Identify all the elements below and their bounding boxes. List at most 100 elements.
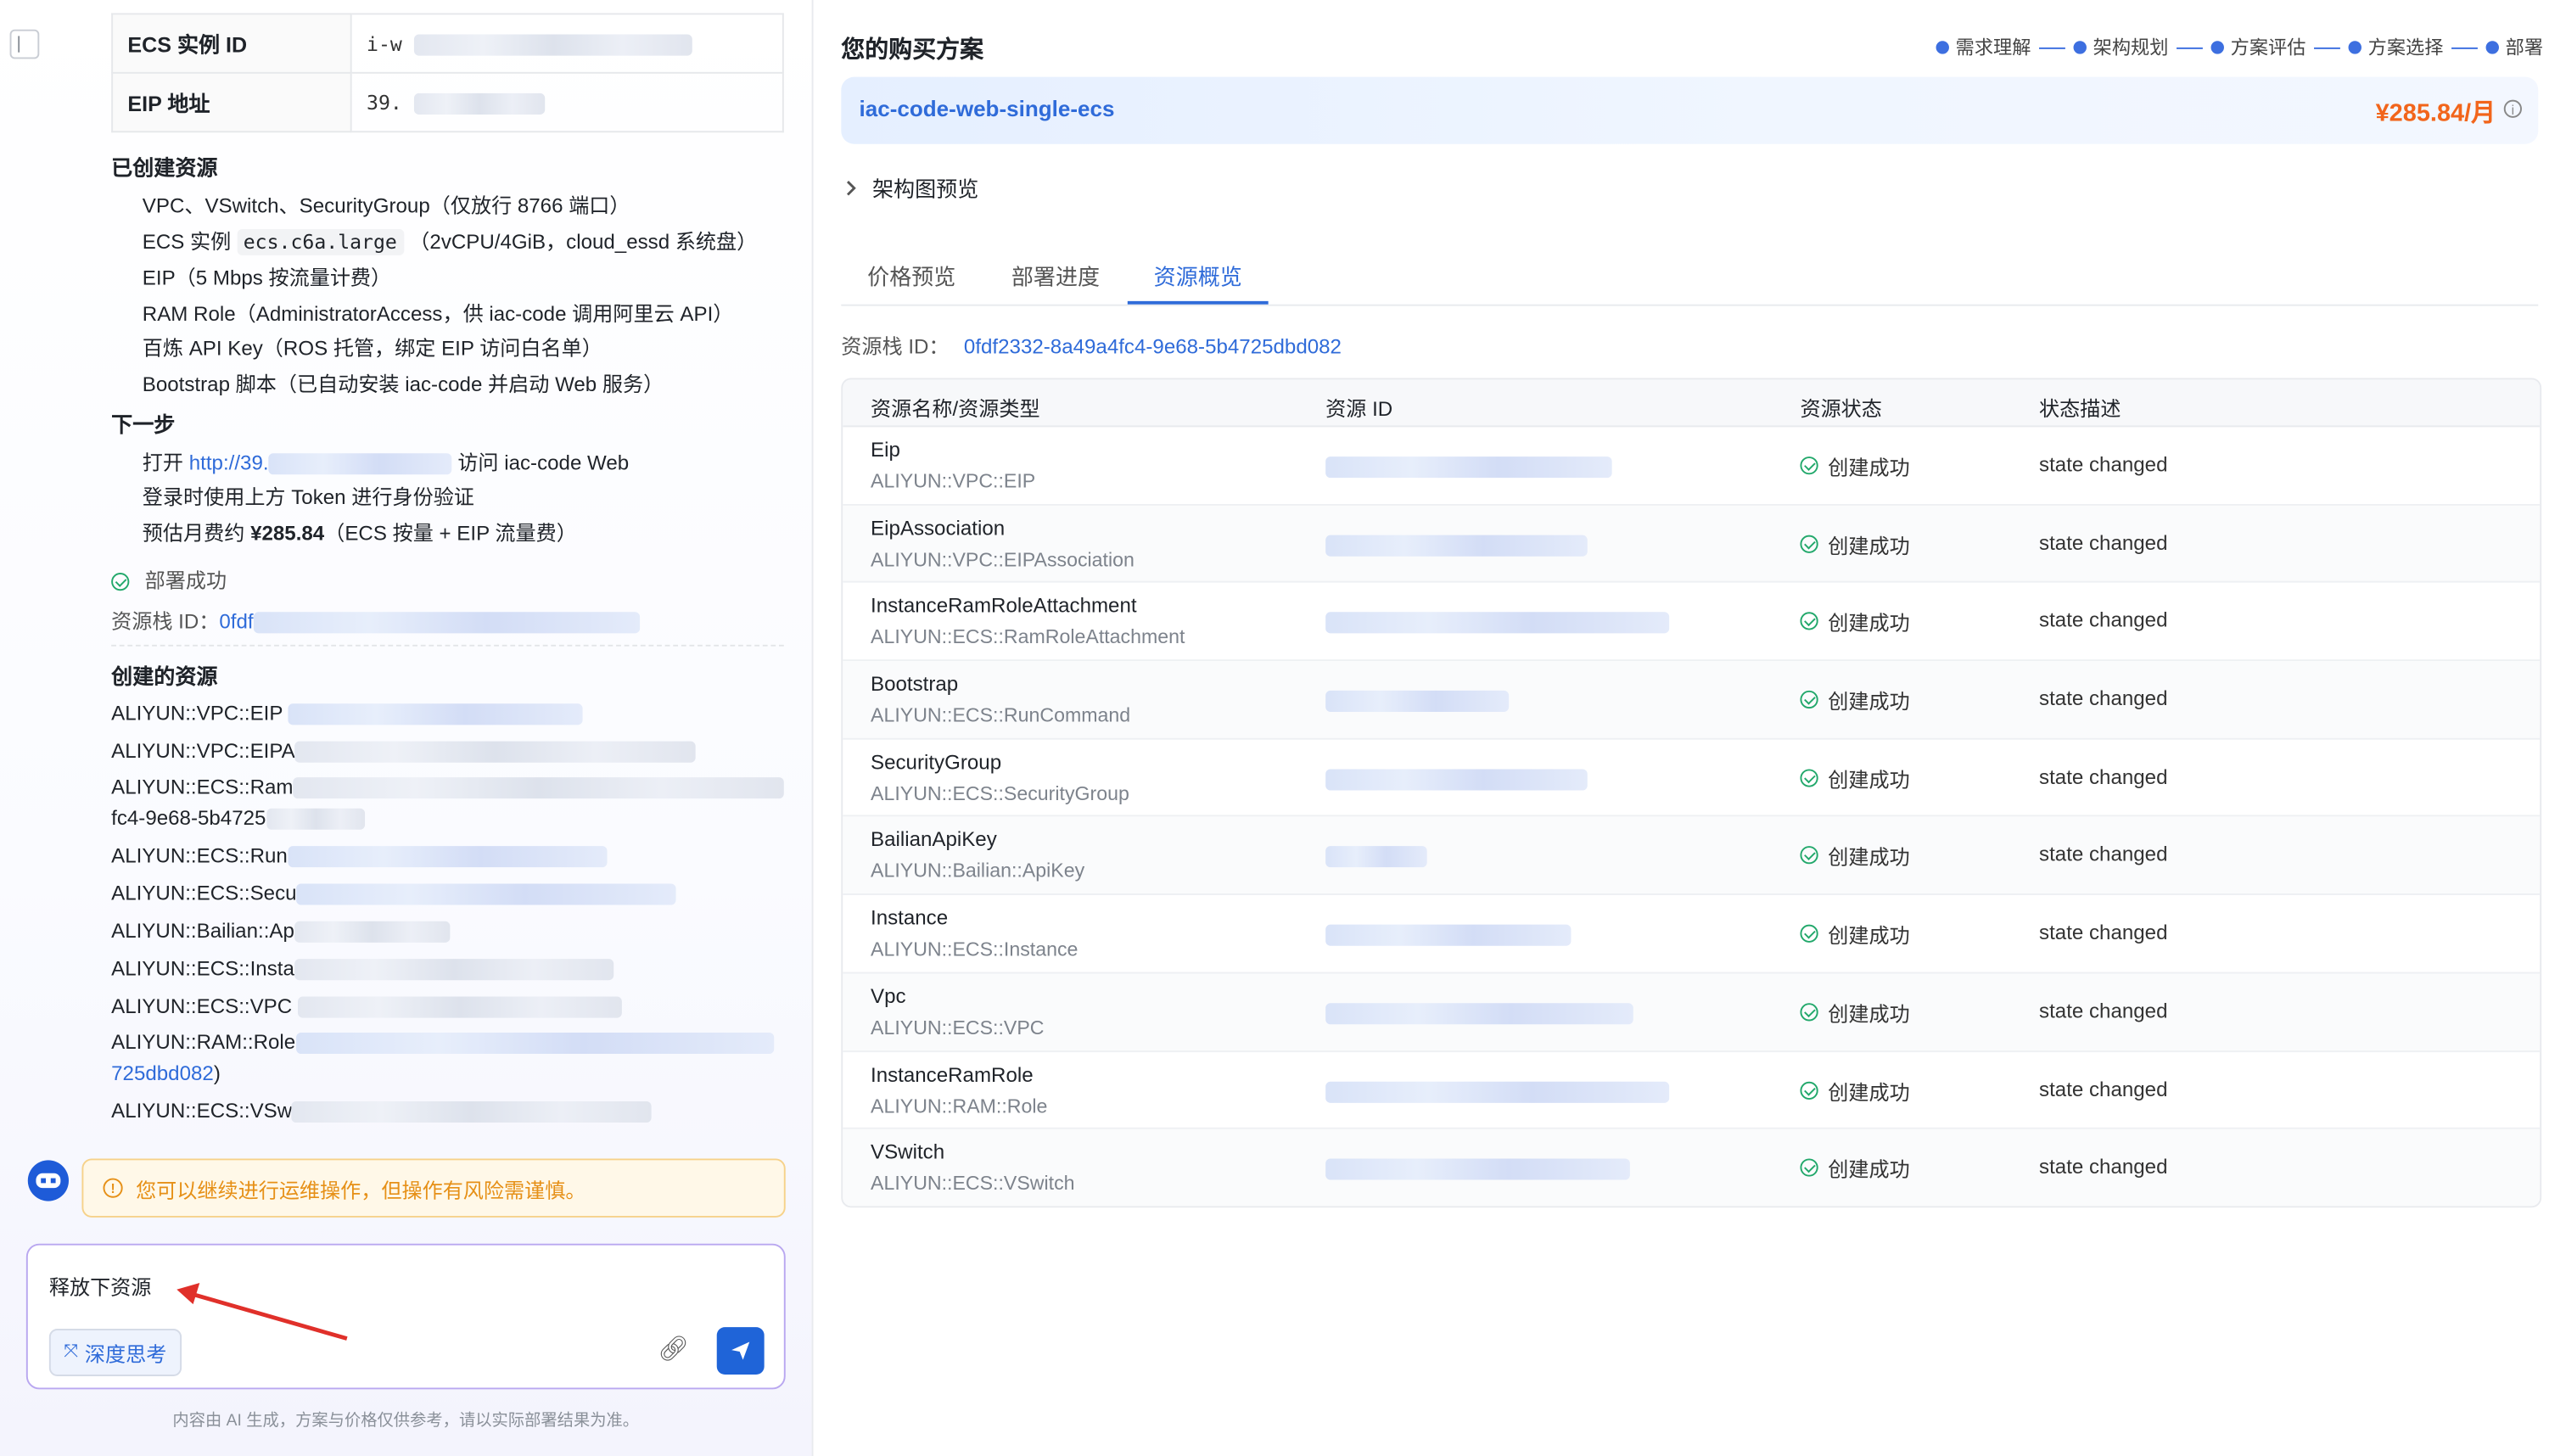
status-text: 创建成功 <box>1828 1002 1910 1026</box>
redacted <box>296 883 676 905</box>
resource-line: ALIYUN::ECS::Insta <box>111 957 613 981</box>
deep-think-button[interactable]: ⤧ 深度思考 <box>48 1329 182 1376</box>
redacted <box>413 92 546 115</box>
list-item: 打开 http://39. 访问 iac-code Web <box>142 451 630 475</box>
list-item: VPC、VSwitch、SecurityGroup（仅放行 8766 端口） <box>142 194 630 218</box>
check-circle-icon <box>1800 1080 1818 1100</box>
column-header: 资源状态 <box>1800 397 1882 421</box>
status-desc: state changed <box>2039 687 2168 711</box>
status-text: 创建成功 <box>1828 1080 1910 1104</box>
redacted <box>288 703 583 725</box>
tab-indicator <box>1127 300 1269 305</box>
list-item: 登录时使用上方 Token 进行身份验证 <box>142 485 474 509</box>
check-circle-icon <box>1800 456 1818 475</box>
attach-icon[interactable]: 🔗︎ <box>658 1336 689 1364</box>
resource-line: fc4-9e68-5b4725 <box>111 807 365 831</box>
resource-name: EipAssociation <box>871 516 1006 540</box>
stack-id-link[interactable]: 0fdf2332-8a49a4fc4-9e68-5b4725dbd082 <box>964 335 1342 358</box>
bot-avatar <box>27 1160 70 1201</box>
resource-name: InstanceRamRole <box>871 1062 1034 1086</box>
kv-key: ECS 实例 ID <box>111 13 352 74</box>
status-text: 创建成功 <box>1828 535 1910 558</box>
status-desc: state changed <box>2039 765 2168 789</box>
step-item: 架构规划 <box>2073 35 2168 61</box>
table-row: EipAssociation ALIYUN::VPC::EIPAssociati… <box>843 505 2541 584</box>
redacted <box>266 809 365 831</box>
resource-line: ALIYUN::ECS::VSw <box>111 1100 653 1123</box>
stack-id-label: 资源栈 ID： <box>841 335 950 359</box>
plan-name: iac-code-web-single-ecs <box>859 96 1115 121</box>
redacted <box>293 777 785 799</box>
progress-steps: 需求理解 架构规划 方案评估 方案选择 部署 <box>1936 35 2543 61</box>
status-text: 创建成功 <box>1828 690 1910 714</box>
resource-name: SecurityGroup <box>871 750 1002 774</box>
status-desc: state changed <box>2039 843 2168 867</box>
redacted <box>292 1101 653 1123</box>
resource-type: ALIYUN::VPC::EIPAssociation <box>871 547 1135 571</box>
resource-status: 创建成功 <box>1800 606 1910 637</box>
status-desc: state changed <box>2039 1155 2168 1179</box>
resource-id-redacted <box>1325 1002 1633 1024</box>
check-circle-icon <box>1800 613 1818 631</box>
warning-banner: ! 您可以继续进行运维操作，但操作有风险需谨慎。 <box>81 1158 786 1218</box>
resource-line: ALIYUN::ECS::Ram <box>111 776 785 799</box>
resource-status: 创建成功 <box>1800 1074 1910 1106</box>
step-item: 部署 <box>2485 35 2543 61</box>
check-circle-icon <box>1800 924 1818 944</box>
table-row: Bootstrap ALIYUN::ECS::RunCommand 创建成功 s… <box>843 661 2541 740</box>
resource-type: ALIYUN::ECS::SecurityGroup <box>871 781 1129 805</box>
column-header: 资源 ID <box>1325 397 1393 421</box>
deep-think-icon: ⤧ <box>64 1341 79 1362</box>
status-desc: state changed <box>2039 531 2168 555</box>
info-icon[interactable]: i <box>2503 99 2522 118</box>
table-row: InstanceRamRoleAttachment ALIYUN::ECS::R… <box>843 583 2541 662</box>
tab-resource-overview[interactable]: 资源概览 <box>1154 259 1242 292</box>
arch-preview-toggle[interactable]: 架构图预览 <box>844 172 978 204</box>
resource-type: ALIYUN::RAM::Role <box>871 1094 1048 1117</box>
resource-id-redacted <box>1325 456 1612 479</box>
resource-line: 725dbd082) <box>111 1061 221 1085</box>
resource-name: Instance <box>871 906 949 930</box>
resource-status: 创建成功 <box>1800 450 1910 481</box>
resource-status: 创建成功 <box>1800 528 1910 559</box>
redacted <box>298 996 623 1018</box>
send-button[interactable] <box>716 1327 765 1375</box>
deep-think-label: 深度思考 <box>84 1343 167 1367</box>
resource-id-redacted <box>1325 690 1510 713</box>
tab-deploy-progress[interactable]: 部署进度 <box>1011 259 1100 292</box>
resource-id-redacted <box>1325 613 1670 635</box>
resource-table: 资源名称/资源类型 资源 ID 资源状态 状态描述 Eip ALIYUN::VP… <box>841 378 2542 1208</box>
column-header: 状态描述 <box>2039 397 2121 421</box>
resource-line: ALIYUN::ECS::Run <box>111 844 607 868</box>
send-icon <box>731 1341 750 1360</box>
status-text: 创建成功 <box>1828 846 1910 870</box>
status-text: 创建成功 <box>1828 456 1910 480</box>
stack-id-link[interactable]: 0fdf <box>219 610 253 633</box>
check-circle-icon <box>111 573 130 591</box>
chat-input-box[interactable]: 释放下资源 ⤧ 深度思考 🔗︎ <box>25 1243 786 1390</box>
check-circle-icon <box>1800 1158 1818 1178</box>
table-row: EIP 地址 39. <box>111 71 784 133</box>
resource-name: BailianApiKey <box>871 828 997 852</box>
redacted <box>294 742 697 764</box>
table-row: BailianApiKey ALIYUN::Bailian::ApiKey 创建… <box>843 817 2541 896</box>
chat-panel: ECS 实例 ID i-w EIP 地址 39. 已创建资源 VPC、VSwit… <box>0 0 814 1456</box>
web-link[interactable]: http://39. <box>189 451 269 474</box>
resources-heading: 创建的资源 <box>111 664 218 689</box>
status-text: 创建成功 <box>1828 924 1910 948</box>
table-row: InstanceRamRole ALIYUN::RAM::Role 创建成功 s… <box>843 1051 2541 1130</box>
sidebar-toggle-icon[interactable] <box>9 29 40 59</box>
resource-type: ALIYUN::ECS::Instance <box>871 938 1079 961</box>
table-row: Instance ALIYUN::ECS::Instance 创建成功 stat… <box>843 895 2541 974</box>
check-circle-icon <box>1800 690 1818 709</box>
plan-title: 您的购买方案 <box>841 37 984 64</box>
chevron-right-icon <box>846 180 856 195</box>
status-desc: state changed <box>2039 921 2168 945</box>
resource-id-link[interactable]: 725dbd082 <box>111 1062 214 1085</box>
resource-line: ALIYUN::VPC::EIP <box>111 702 583 725</box>
chat-input[interactable]: 释放下资源 <box>49 1270 152 1302</box>
instance-info-table: ECS 实例 ID i-w EIP 地址 39. <box>111 13 784 133</box>
warning-icon: ! <box>103 1178 123 1198</box>
redacted <box>413 33 692 55</box>
tab-price-preview[interactable]: 价格预览 <box>867 259 955 292</box>
